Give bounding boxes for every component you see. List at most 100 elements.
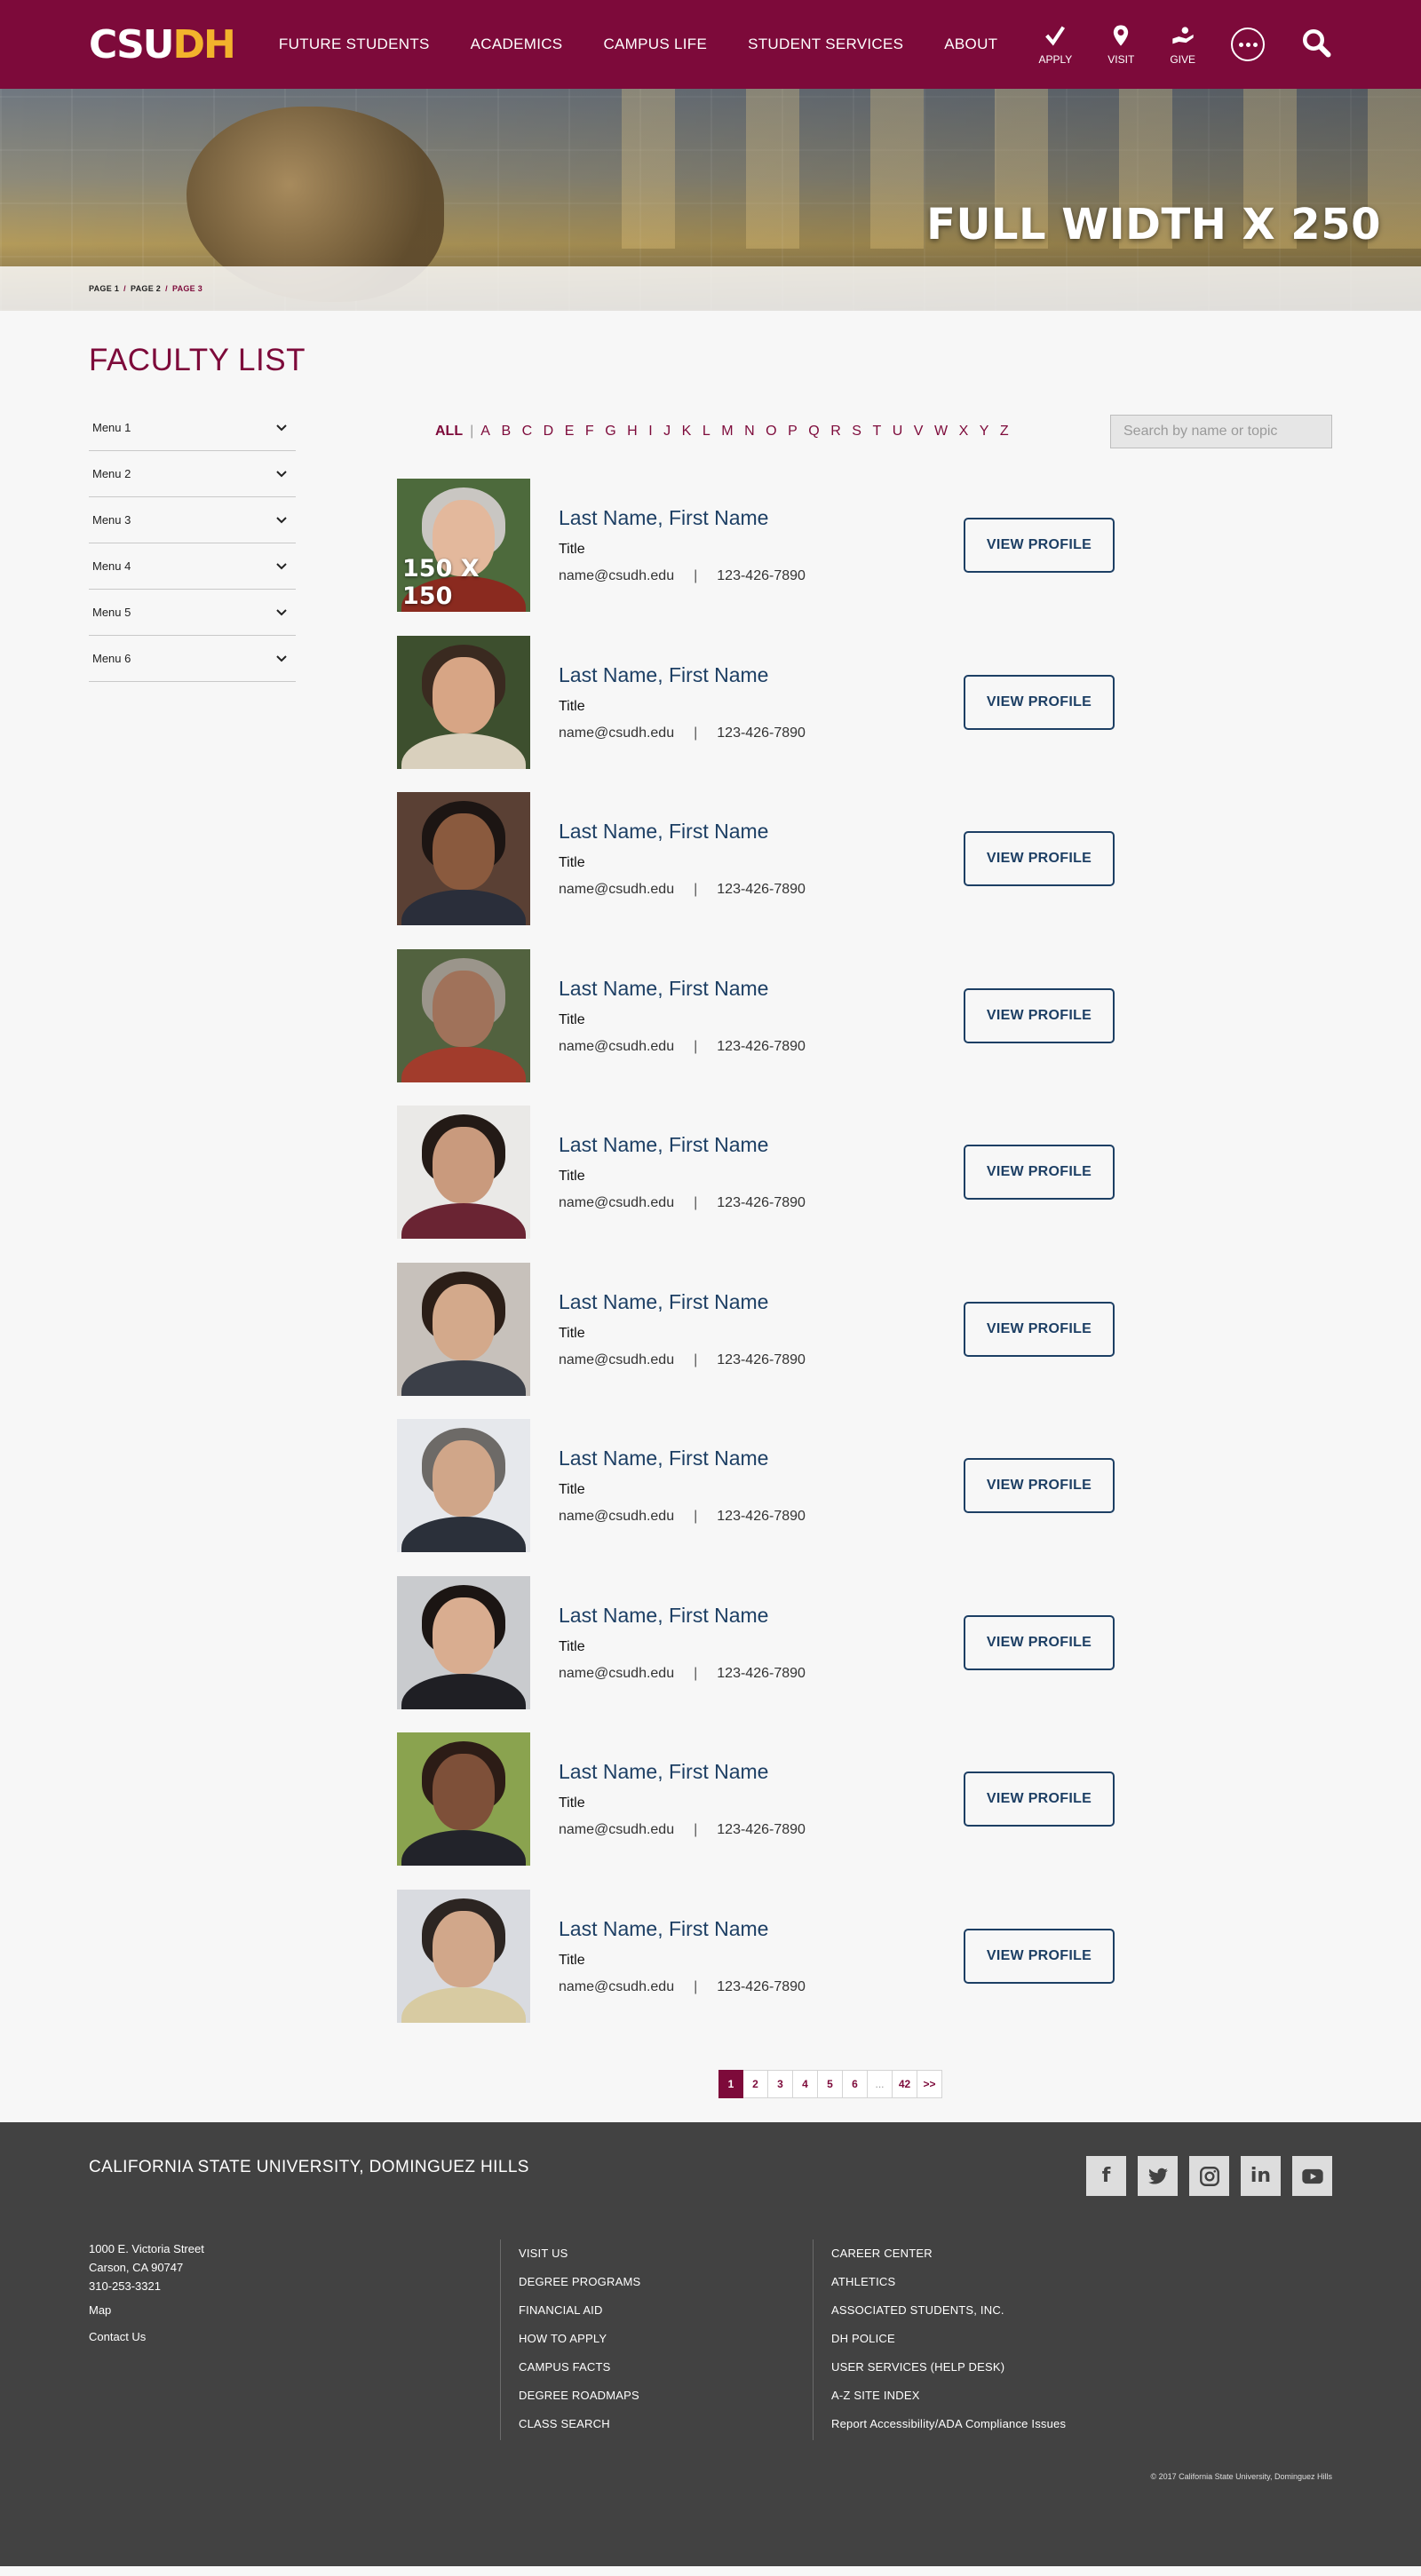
filter-letter-x[interactable]: X xyxy=(959,424,969,440)
footer-link-report-accessibility-ada-compliance-issues[interactable]: Report Accessibility/ADA Compliance Issu… xyxy=(831,2410,1125,2438)
faculty-email[interactable]: name@csudh.edu xyxy=(559,1509,674,1524)
footer-link-degree-programs[interactable]: DEGREE PROGRAMS xyxy=(519,2268,813,2296)
faculty-email[interactable]: name@csudh.edu xyxy=(559,1666,674,1681)
filter-letter-w[interactable]: W xyxy=(934,424,948,440)
footer-link-associated-students-inc[interactable]: ASSOCIATED STUDENTS, INC. xyxy=(831,2296,1125,2325)
footer-link-how-to-apply[interactable]: HOW TO APPLY xyxy=(519,2325,813,2353)
faculty-email[interactable]: name@csudh.edu xyxy=(559,1822,674,1837)
footer-link-class-search[interactable]: CLASS SEARCH xyxy=(519,2410,813,2438)
filter-letter-k[interactable]: K xyxy=(682,424,692,440)
pagination-page-6[interactable]: 6 xyxy=(843,2070,868,2098)
filter-letter-m[interactable]: M xyxy=(721,424,733,440)
pagination-page-42[interactable]: 42 xyxy=(893,2070,917,2098)
view-profile-button[interactable]: VIEW PROFILE xyxy=(964,987,1115,1043)
youtube-icon[interactable] xyxy=(1292,2156,1332,2196)
filter-letter-l[interactable]: L xyxy=(703,424,710,440)
sidebar-item-label: Menu 6 xyxy=(92,652,131,665)
filter-letter-r[interactable]: R xyxy=(830,424,841,440)
filter-letter-e[interactable]: E xyxy=(565,424,575,440)
nav-future-students[interactable]: FUTURE STUDENTS xyxy=(279,36,430,53)
filter-letter-d[interactable]: D xyxy=(544,424,554,440)
filter-letter-a[interactable]: A xyxy=(480,424,490,440)
nav-academics[interactable]: ACADEMICS xyxy=(471,36,563,53)
sidebar-item-menu-6[interactable]: Menu 6 xyxy=(89,636,296,682)
footer-link-financial-aid[interactable]: FINANCIAL AID xyxy=(519,2296,813,2325)
faculty-email[interactable]: name@csudh.edu xyxy=(559,1979,674,1994)
faculty-email[interactable]: name@csudh.edu xyxy=(559,1039,674,1054)
filter-letter-p[interactable]: P xyxy=(788,424,798,440)
faculty-email[interactable]: name@csudh.edu xyxy=(559,725,674,741)
visit-link[interactable]: VISIT xyxy=(1107,23,1134,66)
view-profile-button[interactable]: VIEW PROFILE xyxy=(964,831,1115,887)
footer-link-dh-police[interactable]: DH POLICE xyxy=(831,2325,1125,2353)
view-profile-button[interactable]: VIEW PROFILE xyxy=(964,1458,1115,1514)
filter-letter-q[interactable]: Q xyxy=(808,424,819,440)
filter-letter-t[interactable]: T xyxy=(872,424,881,440)
csudh-logo[interactable]: CSU DH xyxy=(89,22,236,67)
pagination-page-1[interactable]: 1 xyxy=(718,2070,743,2098)
faculty-title: Title xyxy=(559,855,585,871)
faculty-info: Last Name, First Name Title name@csudh.e… xyxy=(559,1604,964,1682)
linkedin-icon[interactable]: in xyxy=(1241,2156,1281,2196)
sidebar-item-menu-2[interactable]: Menu 2 xyxy=(89,451,296,497)
view-profile-button[interactable]: VIEW PROFILE xyxy=(964,1771,1115,1827)
sidebar-item-menu-3[interactable]: Menu 3 xyxy=(89,497,296,543)
filter-letter-i[interactable]: I xyxy=(648,424,652,440)
give-link[interactable]: GIVE xyxy=(1170,23,1195,66)
footer-link-user-services-help-desk[interactable]: USER SERVICES (HELP DESK) xyxy=(831,2353,1125,2382)
facebook-icon[interactable]: f xyxy=(1086,2156,1126,2196)
view-profile-button[interactable]: VIEW PROFILE xyxy=(964,518,1115,574)
filter-letter-n[interactable]: N xyxy=(744,424,755,440)
view-profile-button[interactable]: VIEW PROFILE xyxy=(964,1301,1115,1357)
filter-letter-o[interactable]: O xyxy=(766,424,776,440)
footer-link-career-center[interactable]: CAREER CENTER xyxy=(831,2239,1125,2268)
sidebar-item-menu-5[interactable]: Menu 5 xyxy=(89,590,296,636)
nav-campus-life[interactable]: CAMPUS LIFE xyxy=(603,36,707,53)
more-menu-icon[interactable] xyxy=(1231,28,1265,61)
filter-letter-c[interactable]: C xyxy=(522,424,533,440)
sidebar-item-menu-1[interactable]: Menu 1 xyxy=(89,405,296,451)
breadcrumb: PAGE 1 / PAGE 2 / PAGE 3 xyxy=(0,266,1421,311)
footer-link-campus-facts[interactable]: CAMPUS FACTS xyxy=(519,2353,813,2382)
faculty-email[interactable]: name@csudh.edu xyxy=(559,882,674,897)
filter-letter-j[interactable]: J xyxy=(663,424,671,440)
nav-about[interactable]: ABOUT xyxy=(944,36,997,53)
view-profile-button[interactable]: VIEW PROFILE xyxy=(964,1614,1115,1670)
search-input[interactable] xyxy=(1110,415,1332,448)
pagination-page-4[interactable]: 4 xyxy=(793,2070,818,2098)
search-icon[interactable] xyxy=(1300,27,1332,63)
pagination-page-3[interactable]: 3 xyxy=(768,2070,793,2098)
filter-letter-b[interactable]: B xyxy=(501,424,511,440)
footer-link-a-z-site-index[interactable]: A-Z SITE INDEX xyxy=(831,2382,1125,2410)
faculty-email[interactable]: name@csudh.edu xyxy=(559,568,674,583)
view-profile-button[interactable]: VIEW PROFILE xyxy=(964,1145,1115,1201)
breadcrumb-page-2[interactable]: PAGE 2 xyxy=(131,284,161,293)
footer-link-athletics[interactable]: ATHLETICS xyxy=(831,2268,1125,2296)
footer-link-degree-roadmaps[interactable]: DEGREE ROADMAPS xyxy=(519,2382,813,2410)
filter-all[interactable]: ALL xyxy=(435,424,463,440)
twitter-icon[interactable] xyxy=(1138,2156,1178,2196)
filter-letter-s[interactable]: S xyxy=(852,424,861,440)
sidebar-item-menu-4[interactable]: Menu 4 xyxy=(89,543,296,590)
breadcrumb-page-1[interactable]: PAGE 1 xyxy=(89,284,119,293)
apply-link[interactable]: APPLY xyxy=(1038,23,1072,66)
pagination-page-5[interactable]: 5 xyxy=(818,2070,843,2098)
filter-letter-u[interactable]: U xyxy=(893,424,903,440)
pagination-next[interactable]: >> xyxy=(917,2070,942,2098)
filter-letter-h[interactable]: H xyxy=(627,424,638,440)
filter-letter-f[interactable]: F xyxy=(585,424,594,440)
instagram-icon[interactable] xyxy=(1189,2156,1229,2196)
filter-letter-g[interactable]: G xyxy=(605,424,615,440)
filter-letter-y[interactable]: Y xyxy=(980,424,989,440)
faculty-email[interactable]: name@csudh.edu xyxy=(559,1195,674,1210)
pagination-page-2[interactable]: 2 xyxy=(743,2070,768,2098)
footer-map-link[interactable]: Map xyxy=(89,2301,500,2320)
faculty-email[interactable]: name@csudh.edu xyxy=(559,1352,674,1367)
filter-letter-z[interactable]: Z xyxy=(1000,424,1009,440)
filter-letter-v[interactable]: V xyxy=(914,424,924,440)
footer-contact-link[interactable]: Contact Us xyxy=(89,2327,500,2347)
nav-student-services[interactable]: STUDENT SERVICES xyxy=(748,36,903,53)
footer-link-visit-us[interactable]: VISIT US xyxy=(519,2239,813,2268)
view-profile-button[interactable]: VIEW PROFILE xyxy=(964,674,1115,730)
view-profile-button[interactable]: VIEW PROFILE xyxy=(964,1928,1115,1984)
